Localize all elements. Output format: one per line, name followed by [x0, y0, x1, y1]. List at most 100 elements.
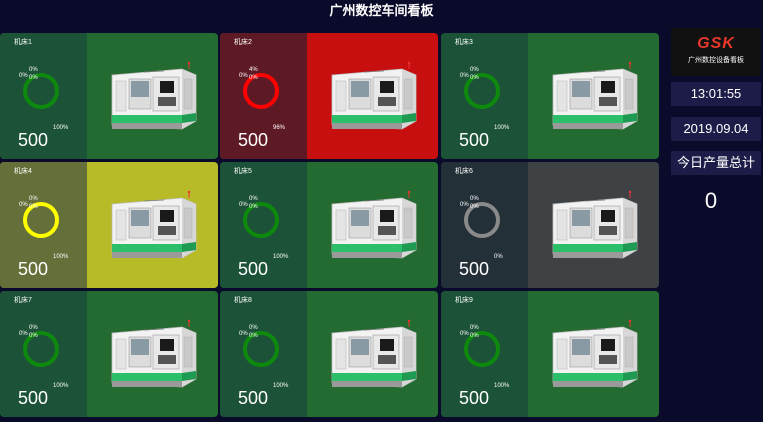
ring-percent-label: 0% — [460, 331, 469, 337]
ring-percent-label: 0% — [249, 333, 258, 339]
machine-card[interactable]: 机床2 4% 0% 0% 96% 500 — [220, 33, 438, 159]
ring-percent-label: 0% — [470, 333, 479, 339]
card-image-panel — [528, 162, 659, 288]
ring-percent-label: 0% — [29, 75, 38, 81]
card-image-panel — [87, 162, 218, 288]
status-ring: 0% 0% 0% 100% — [9, 309, 89, 389]
ring-percent-label: 100% — [53, 254, 69, 260]
card-left-panel: 机床3 0% 0% 0% 100% 500 — [441, 33, 528, 159]
machine-count: 500 — [18, 130, 49, 150]
card-image-panel — [307, 291, 438, 417]
ring-percent-label: 100% — [494, 125, 510, 131]
ring-percent-label: 0% — [470, 196, 479, 202]
ring-percent-label: 100% — [53, 383, 69, 389]
machine-count: 500 — [459, 259, 490, 279]
ring-percent-label: 100% — [273, 383, 289, 389]
cnc-machine-image — [545, 59, 643, 139]
machine-name: 机床9 — [455, 297, 473, 304]
ring-percent-label: 100% — [273, 254, 289, 260]
ring-percent-label: 0% — [29, 333, 38, 339]
ring-percent-label: 0% — [249, 75, 258, 81]
cnc-machine-image — [545, 317, 643, 397]
cnc-machine-image — [104, 317, 202, 397]
machine-count: 500 — [18, 388, 49, 408]
ring-percent-label: 0% — [19, 202, 28, 208]
machine-card[interactable]: 机床7 0% 0% 0% 100% 500 — [0, 291, 218, 417]
cnc-machine-image — [545, 188, 643, 268]
status-ring: 0% 0% 0% 0% — [450, 180, 530, 260]
machine-name: 机床5 — [234, 168, 252, 175]
cnc-machine-image — [104, 188, 202, 268]
status-ring: 0% 0% 0% 100% — [450, 309, 530, 389]
cnc-machine-image — [324, 59, 422, 139]
logo-subtitle: 广州数控设备看板 — [688, 57, 744, 64]
card-image-panel — [528, 33, 659, 159]
card-left-panel: 机床7 0% 0% 0% 100% 500 — [0, 291, 87, 417]
ring-percent-label: 0% — [470, 204, 479, 210]
ring-percent-label: 0% — [239, 331, 248, 337]
machine-name: 机床6 — [455, 168, 473, 175]
machine-name: 机床2 — [234, 39, 252, 46]
machine-count: 500 — [238, 388, 269, 408]
card-image-panel — [87, 33, 218, 159]
machine-count: 500 — [18, 259, 49, 279]
card-image-panel — [528, 291, 659, 417]
total-value: 0 — [704, 188, 718, 213]
total-label: 今日产量总计 — [671, 151, 761, 175]
machine-card[interactable]: 机床5 0% 0% 0% 100% 500 — [220, 162, 438, 288]
status-ring: 0% 0% 0% 100% — [229, 309, 309, 389]
cnc-machine-image — [104, 59, 202, 139]
ring-percent-label: 0% — [470, 325, 479, 331]
clock-time: 13:01:55 — [671, 82, 761, 106]
ring-percent-label: 0% — [460, 202, 469, 208]
cnc-machine-image — [324, 188, 422, 268]
card-left-panel: 机床8 0% 0% 0% 100% 500 — [220, 291, 307, 417]
logo: GSK 广州数控设备看板 — [671, 28, 761, 76]
status-ring: 0% 0% 0% 100% — [9, 51, 89, 131]
page-title: 广州数控车间看板 — [329, 3, 434, 18]
clock-date: 2019.09.04 — [671, 117, 761, 141]
machine-name: 机床3 — [455, 39, 473, 46]
machine-card[interactable]: 机床4 0% 0% 0% 100% 500 — [0, 162, 218, 288]
card-left-panel: 机床1 0% 0% 0% 100% 500 — [0, 33, 87, 159]
card-image-panel — [307, 33, 438, 159]
status-ring: 0% 0% 0% 100% — [450, 51, 530, 131]
status-ring: 0% 0% 0% 100% — [229, 180, 309, 260]
ring-percent-label: 4% — [249, 67, 258, 73]
machine-name: 机床1 — [14, 39, 32, 46]
machine-name: 机床8 — [234, 297, 252, 304]
machine-count: 500 — [459, 130, 490, 150]
status-ring: 4% 0% 0% 96% — [229, 51, 309, 131]
machine-name: 机床7 — [14, 297, 32, 304]
ring-percent-label: 0% — [249, 204, 258, 210]
ring-percent-label: 0% — [470, 67, 479, 73]
ring-percent-label: 0% — [494, 254, 503, 260]
machine-card[interactable]: 机床3 0% 0% 0% 100% 500 — [441, 33, 659, 159]
ring-percent-label: 0% — [29, 67, 38, 73]
card-image-panel — [87, 291, 218, 417]
ring-percent-label: 0% — [29, 325, 38, 331]
ring-percent-label: 0% — [249, 325, 258, 331]
card-left-panel: 机床4 0% 0% 0% 100% 500 — [0, 162, 87, 288]
machine-count: 500 — [238, 130, 269, 150]
cnc-machine-image — [324, 317, 422, 397]
machine-count: 500 — [238, 259, 269, 279]
machine-card[interactable]: 机床9 0% 0% 0% 100% 500 — [441, 291, 659, 417]
ring-percent-label: 0% — [29, 204, 38, 210]
ring-percent-label: 0% — [460, 73, 469, 79]
machine-card[interactable]: 机床6 0% 0% 0% 0% 500 — [441, 162, 659, 288]
ring-percent-label: 0% — [29, 196, 38, 202]
ring-percent-label: 0% — [239, 202, 248, 208]
card-left-panel: 机床9 0% 0% 0% 100% 500 — [441, 291, 528, 417]
ring-percent-label: 0% — [470, 75, 479, 81]
machine-card[interactable]: 机床1 0% 0% 0% 100% 500 — [0, 33, 218, 159]
ring-percent-label: 0% — [19, 331, 28, 337]
machine-name: 机床4 — [14, 168, 32, 175]
card-image-panel — [307, 162, 438, 288]
card-left-panel: 机床6 0% 0% 0% 0% 500 — [441, 162, 528, 288]
machine-card[interactable]: 机床8 0% 0% 0% 100% 500 — [220, 291, 438, 417]
status-ring: 0% 0% 0% 100% — [9, 180, 89, 260]
card-left-panel: 机床2 4% 0% 0% 96% 500 — [220, 33, 307, 159]
card-left-panel: 机床5 0% 0% 0% 100% 500 — [220, 162, 307, 288]
machine-count: 500 — [459, 388, 490, 408]
